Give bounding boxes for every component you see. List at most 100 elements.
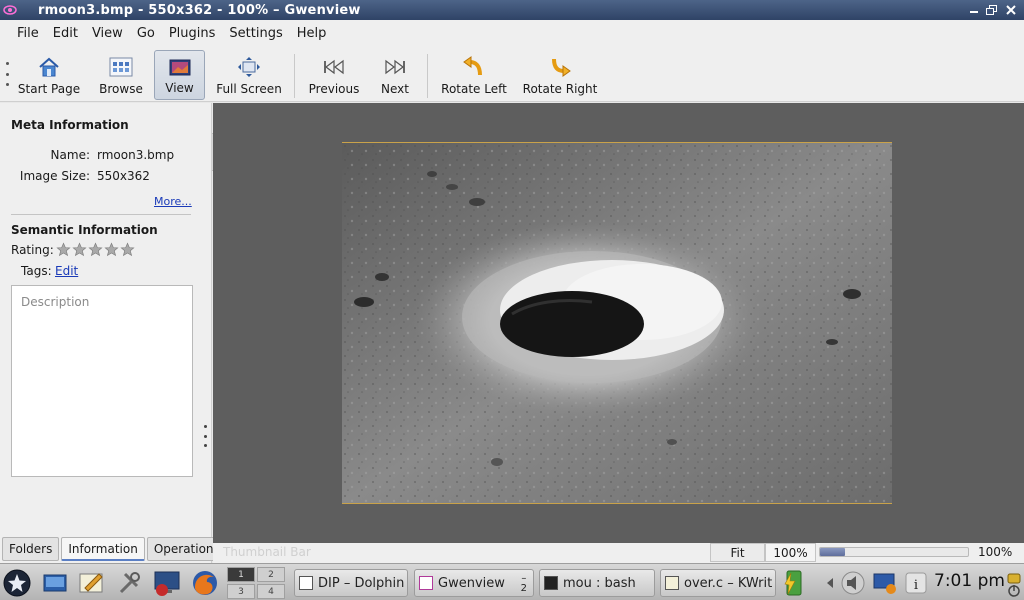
rating-star-icon[interactable] [104, 242, 119, 257]
volume-speaker-icon[interactable] [840, 568, 866, 598]
firefox-icon[interactable] [190, 568, 220, 598]
task-kwrite[interactable]: over.c – KWrit [660, 569, 776, 597]
zoom-fit-button[interactable]: Fit [710, 543, 765, 562]
thumbnail-bar-toggle[interactable]: Thumbnail Bar [223, 545, 311, 559]
menu-plugins[interactable]: Plugins [162, 26, 223, 41]
close-icon[interactable] [1003, 2, 1019, 18]
sidebar-divider [11, 214, 191, 215]
zoom-slider[interactable] [819, 547, 969, 557]
next-button[interactable]: Next [374, 50, 416, 100]
desktop-3[interactable]: 3 [227, 584, 255, 599]
task-gwenview[interactable]: Gwenview –2 [414, 569, 534, 597]
battery-power-icon[interactable] [781, 568, 805, 598]
maximize-icon[interactable] [984, 2, 1000, 18]
tray-expand-arrow-icon[interactable] [824, 568, 836, 598]
rotate-right-label: Rotate Right [522, 82, 598, 96]
start-page-button[interactable]: Start Page [16, 50, 82, 100]
desktop-4[interactable]: 4 [257, 584, 285, 599]
show-desktop-icon[interactable] [40, 568, 70, 598]
task-dolphin[interactable]: DIP – Dolphin [294, 569, 408, 597]
menu-settings[interactable]: Settings [222, 26, 289, 41]
previous-icon [324, 59, 344, 75]
terminal-window-icon [544, 576, 558, 590]
full-screen-button[interactable]: Full Screen [213, 50, 285, 100]
rating-label: Rating: [11, 243, 54, 257]
zoom-level-label: 100% [978, 545, 1013, 559]
tags-label: Tags: [21, 264, 52, 278]
text-editor-launcher-icon[interactable] [77, 568, 107, 598]
menu-go[interactable]: Go [130, 26, 162, 41]
notifications-info-icon[interactable]: i [903, 568, 929, 598]
minimize-icon[interactable] [966, 2, 982, 18]
menu-help[interactable]: Help [290, 26, 334, 41]
rotate-left-label: Rotate Left [441, 82, 507, 96]
moon-crater-image [342, 142, 892, 504]
semantic-information-heading: Semantic Information [11, 223, 158, 237]
window-title: rmoon3.bmp - 550x362 - 100% – Gwenview [38, 2, 361, 18]
more-info-link[interactable]: More... [154, 195, 192, 208]
browse-button[interactable]: Browse [96, 50, 146, 100]
image-viewer[interactable] [213, 103, 1024, 543]
previous-label: Previous [308, 82, 360, 96]
rating-star-icon[interactable] [72, 242, 87, 257]
gwenview-window-icon [419, 576, 433, 590]
toolbar-grip-handle[interactable] [4, 62, 10, 86]
task-konsole[interactable]: mou : bash [539, 569, 655, 597]
rotate-right-icon [552, 58, 571, 77]
desktop-pager[interactable]: 1 2 3 4 [227, 567, 285, 599]
fullscreen-arrows-icon [238, 57, 260, 77]
image-size-label: Image Size: [19, 169, 90, 183]
rotate-left-button[interactable]: Rotate Left [438, 50, 510, 100]
system-monitor-icon[interactable] [152, 568, 182, 598]
rating-star-icon[interactable] [120, 242, 135, 257]
desktop-2[interactable]: 2 [257, 567, 285, 582]
meta-information-heading: Meta Information [11, 118, 129, 132]
description-field[interactable]: Description [11, 285, 193, 477]
sidebar-resize-grip[interactable] [203, 425, 207, 447]
main-toolbar: Start Page Browse View Full Screen Previ… [0, 46, 1024, 102]
lock-logout-icon[interactable] [1004, 568, 1024, 598]
browse-label: Browse [99, 82, 143, 96]
task-label: Gwenview [438, 575, 505, 591]
toolbar-separator [427, 54, 428, 98]
view-label: View [165, 81, 194, 95]
taskbar: 1 2 3 4 DIP – Dolphin Gwenview –2 mou : … [0, 563, 1024, 600]
tags-edit-link[interactable]: Edit [55, 264, 78, 278]
zoom-slider-fill [820, 548, 846, 556]
rating-star-icon[interactable] [88, 242, 103, 257]
description-placeholder: Description [21, 295, 90, 309]
rotate-right-button[interactable]: Rotate Right [522, 50, 598, 100]
full-screen-label: Full Screen [216, 82, 282, 96]
tab-information[interactable]: Information [61, 537, 145, 561]
svg-text:i: i [914, 578, 918, 593]
gwenview-app-icon[interactable] [0, 0, 20, 20]
sidebar-tabs: Folders Information Operations [2, 537, 227, 561]
image-size-value: 550x362 [97, 169, 150, 183]
task-label: mou : bash [563, 575, 636, 591]
desktop-1[interactable]: 1 [227, 567, 255, 582]
menu-view[interactable]: View [85, 26, 130, 41]
rotate-left-icon [463, 56, 482, 76]
task-label: DIP – Dolphin [318, 575, 405, 591]
tab-folders[interactable]: Folders [2, 537, 60, 561]
rating-stars[interactable] [56, 242, 135, 257]
browse-grid-icon [109, 57, 133, 77]
clock[interactable]: 7:01 pm [934, 571, 1005, 591]
next-icon [385, 59, 405, 75]
name-value: rmoon3.bmp [97, 148, 175, 162]
menu-edit[interactable]: Edit [46, 26, 85, 41]
previous-button[interactable]: Previous [305, 50, 363, 100]
home-icon [39, 57, 59, 77]
task-group-count: –2 [520, 573, 527, 594]
view-button[interactable]: View [154, 50, 205, 100]
start-page-label: Start Page [17, 82, 81, 96]
zoom-percentage-field[interactable]: 100% [765, 543, 816, 562]
system-settings-icon[interactable] [115, 568, 145, 598]
view-image-icon [169, 59, 190, 76]
sidebar: Meta Information Name: rmoon3.bmp Image … [0, 103, 227, 563]
network-manager-icon[interactable] [871, 568, 899, 598]
rating-star-icon[interactable] [56, 242, 71, 257]
task-label: over.c – KWrit [684, 575, 773, 591]
menu-file[interactable]: File [10, 26, 46, 41]
kde-menu-icon[interactable] [2, 568, 32, 598]
